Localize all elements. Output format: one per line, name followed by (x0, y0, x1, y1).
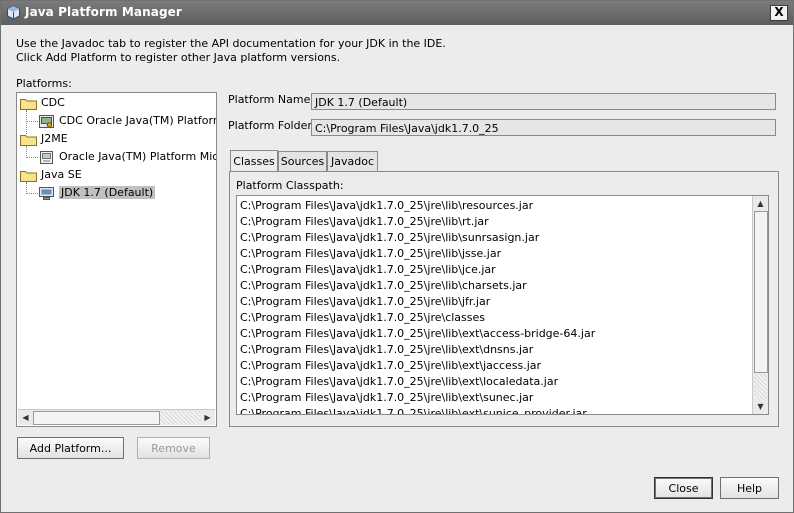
classes-tab-panel: Platform Classpath: C:\Program Files\Jav… (229, 171, 779, 427)
java-app-icon (7, 5, 20, 20)
tree-label-cdc: CDC (41, 96, 65, 109)
jdk-platform-icon (39, 186, 54, 200)
window-close-button[interactable]: X (770, 5, 788, 21)
classpath-entry[interactable]: C:\Program Files\Java\jdk1.7.0_25\jre\li… (240, 214, 595, 230)
j2me-platform-icon (40, 150, 53, 164)
platforms-label: Platforms: (16, 77, 72, 90)
scrollbar-track[interactable] (160, 411, 200, 424)
scrollbar-thumb[interactable] (33, 411, 160, 425)
tree-node-jdk-1-7-default[interactable]: JDK 1.7 (Default) (38, 184, 156, 201)
tab-sources[interactable]: Sources (278, 151, 327, 171)
scroll-down-arrow-icon[interactable]: ▼ (754, 400, 767, 413)
window-title: Java Platform Manager (25, 5, 182, 19)
platform-folder-label: Platform Folder: (228, 119, 316, 132)
tree-connector (26, 121, 38, 122)
classpath-entry[interactable]: C:\Program Files\Java\jdk1.7.0_25\jre\li… (240, 326, 595, 342)
info-line-javadoc: Use the Javadoc tab to register the API … (16, 37, 446, 50)
scroll-up-arrow-icon[interactable]: ▲ (754, 197, 767, 210)
platforms-tree[interactable]: CDC CDC Oracle Java(TM) Platform M J2ME … (16, 92, 217, 427)
info-text: Use the Javadoc tab to register the API … (16, 37, 446, 65)
tree-node-cdc[interactable]: CDC (20, 94, 65, 111)
java-platform-manager-dialog: Java Platform Manager X Use the Javadoc … (0, 0, 794, 513)
classpath-vertical-scrollbar[interactable]: ▲ ▼ (752, 196, 768, 414)
help-button[interactable]: Help (720, 477, 779, 499)
classpath-entry[interactable]: C:\Program Files\Java\jdk1.7.0_25\jre\li… (240, 278, 595, 294)
scrollbar-thumb[interactable] (754, 211, 768, 373)
tree-label-java-se: Java SE (41, 168, 82, 181)
cdc-platform-icon (39, 114, 54, 128)
tree-node-cdc-oracle-platform[interactable]: CDC Oracle Java(TM) Platform M (38, 112, 216, 129)
scrollbar-track[interactable] (754, 374, 767, 399)
platform-folder-field[interactable]: C:\Program Files\Java\jdk1.7.0_25 (311, 119, 776, 136)
classpath-entry[interactable]: C:\Program Files\Java\jdk1.7.0_25\jre\li… (240, 374, 595, 390)
classpath-entry[interactable]: C:\Program Files\Java\jdk1.7.0_25\jre\li… (240, 358, 595, 374)
tree-node-java-se[interactable]: Java SE (20, 166, 82, 183)
classpath-entry[interactable]: C:\Program Files\Java\jdk1.7.0_25\jre\li… (240, 294, 595, 310)
classpath-entry[interactable]: C:\Program Files\Java\jdk1.7.0_25\jre\li… (240, 390, 595, 406)
tree-label-cdc-oracle-platform: CDC Oracle Java(TM) Platform M (59, 114, 216, 127)
classpath-entry[interactable]: C:\Program Files\Java\jdk1.7.0_25\jre\li… (240, 406, 595, 414)
title-bar[interactable]: Java Platform Manager X (1, 1, 793, 25)
tree-label-jdk-1-7-default: JDK 1.7 (Default) (59, 186, 156, 199)
folder-icon (20, 98, 37, 110)
scroll-right-arrow-icon[interactable]: ▶ (201, 411, 214, 424)
folder-icon (20, 134, 37, 146)
tab-classes[interactable]: Classes (230, 150, 278, 171)
remove-button[interactable]: Remove (137, 437, 210, 459)
add-platform-button[interactable]: Add Platform... (17, 437, 124, 459)
classpath-entry[interactable]: C:\Program Files\Java\jdk1.7.0_25\jre\li… (240, 262, 595, 278)
platform-classpath-list[interactable]: C:\Program Files\Java\jdk1.7.0_25\jre\li… (236, 195, 769, 415)
tree-node-oracle-micro-platform[interactable]: Oracle Java(TM) Platform Micro (38, 148, 217, 165)
classpath-entry[interactable]: C:\Program Files\Java\jdk1.7.0_25\jre\li… (240, 246, 595, 262)
folder-icon (20, 170, 37, 182)
close-button[interactable]: Close (654, 477, 713, 499)
tree-connector (26, 193, 38, 194)
tree-node-j2me[interactable]: J2ME (20, 130, 68, 147)
tree-label-j2me: J2ME (41, 132, 68, 145)
tree-label-oracle-micro-platform: Oracle Java(TM) Platform Micro (59, 150, 217, 163)
scroll-left-arrow-icon[interactable]: ◀ (19, 411, 32, 424)
classpath-entry[interactable]: C:\Program Files\Java\jdk1.7.0_25\jre\li… (240, 230, 595, 246)
classpath-entry[interactable]: C:\Program Files\Java\jdk1.7.0_25\jre\li… (240, 198, 595, 214)
tree-connector (26, 157, 38, 158)
classpath-rows: C:\Program Files\Java\jdk1.7.0_25\jre\li… (240, 198, 595, 414)
info-line-add-platform: Click Add Platform to register other Jav… (16, 51, 341, 64)
tab-javadoc[interactable]: Javadoc (327, 151, 378, 171)
platform-name-field[interactable]: JDK 1.7 (Default) (311, 93, 776, 110)
tree-horizontal-scrollbar[interactable]: ◀ ▶ (18, 409, 215, 425)
platform-name-label: Platform Name: (228, 93, 315, 106)
classpath-entry[interactable]: C:\Program Files\Java\jdk1.7.0_25\jre\cl… (240, 310, 595, 326)
platform-classpath-label: Platform Classpath: (236, 179, 344, 192)
classpath-entry[interactable]: C:\Program Files\Java\jdk1.7.0_25\jre\li… (240, 342, 595, 358)
